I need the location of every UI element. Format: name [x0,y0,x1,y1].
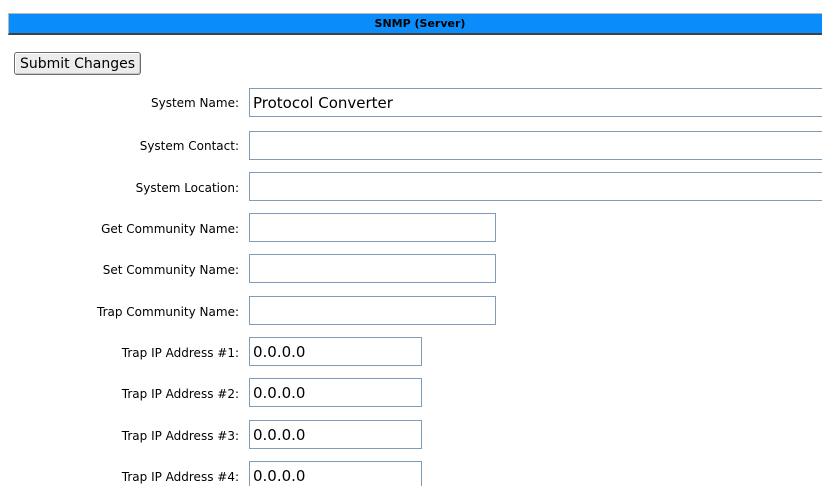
system-contact-input[interactable] [249,131,822,160]
trap-community-name-input[interactable] [249,296,496,325]
trap-ip-1-label: Trap IP Address #1: [121,346,239,360]
snmp-server-page: SNMP (Server) Submit Changes System Name… [0,0,822,486]
trap-ip-4-input[interactable] [249,461,422,486]
trap-ip-3-input[interactable] [249,420,422,449]
trap-ip-2-input[interactable] [249,378,422,407]
trap-community-name-label: Trap Community Name: [97,305,239,319]
trap-ip-4-label: Trap IP Address #4: [121,470,239,484]
get-community-name-input[interactable] [249,213,496,242]
set-community-name-input[interactable] [249,254,496,283]
submit-changes-button[interactable]: Submit Changes [14,52,142,75]
system-location-label: System Location: [135,181,239,195]
trap-ip-1-input[interactable] [249,337,422,366]
trap-ip-2-label: Trap IP Address #2: [121,387,239,401]
section-title-bar: SNMP (Server) [8,13,822,35]
set-community-name-label: Set Community Name: [102,263,239,277]
get-community-name-label: Get Community Name: [101,222,239,236]
system-contact-label: System Contact: [139,139,239,153]
trap-ip-3-label: Trap IP Address #3: [121,429,239,443]
section-title: SNMP (Server) [374,17,466,30]
system-location-input[interactable] [249,172,822,201]
system-name-input[interactable] [249,88,822,117]
system-name-label: System Name: [150,96,239,110]
